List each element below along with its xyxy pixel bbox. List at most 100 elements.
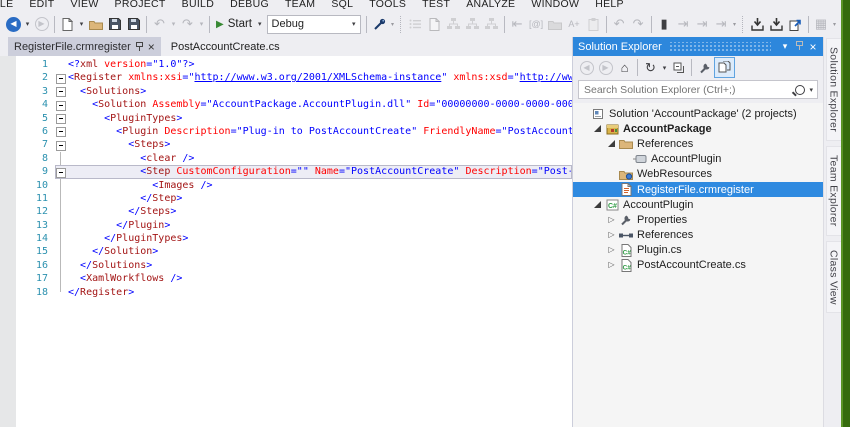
graph-view-icon[interactable] (482, 13, 501, 35)
menu-tools[interactable]: TOOLS (361, 0, 414, 11)
fold-margin[interactable] (55, 98, 68, 111)
window-position-icon[interactable]: ▾ (778, 41, 792, 52)
code-line[interactable]: 14 </PluginTypes> (16, 232, 572, 246)
code-line[interactable]: 1 <?xml version="1.0"?> (16, 58, 572, 71)
group-nodes-icon[interactable] (546, 13, 565, 35)
insert-attribute-icon[interactable]: [@] (527, 13, 546, 35)
fold-margin[interactable] (55, 218, 68, 233)
solution-configurations-combo[interactable]: Debug ▾ (266, 14, 361, 34)
fold-margin[interactable] (55, 58, 68, 71)
fold-margin[interactable] (55, 272, 68, 286)
menu-file[interactable]: FILE (0, 0, 21, 11)
document-outline-icon[interactable] (406, 13, 425, 35)
undo-icon[interactable]: ↶ (150, 13, 169, 35)
expanded-arrow-icon[interactable] (591, 201, 604, 209)
content-view-icon[interactable] (463, 13, 482, 35)
navigate-back-region-icon[interactable]: ↶ (610, 13, 629, 35)
schema-view-icon[interactable] (444, 13, 463, 35)
collapse-all-icon[interactable] (669, 58, 688, 77)
tree-item-references[interactable]: ▷ References (573, 228, 823, 243)
menu-sql[interactable]: SQL (323, 0, 361, 11)
se-forward-icon[interactable]: ▶ (596, 58, 615, 77)
redo-dropdown[interactable]: ▾ (197, 13, 206, 35)
tab-postaccountcreate-cs[interactable]: PostAccountCreate.cs (161, 37, 290, 56)
undo-dropdown[interactable]: ▾ (169, 13, 178, 35)
side-tab-class-view[interactable]: Class View (825, 240, 842, 314)
code-editor[interactable]: 1 <?xml version="1.0"?> 2 <Register xmlns:x… (0, 56, 572, 427)
fold-margin[interactable] (55, 85, 68, 98)
auto-hide-pin-icon[interactable] (792, 40, 806, 53)
code-line[interactable]: 18 </Register> (16, 285, 572, 299)
fold-margin[interactable] (55, 165, 68, 178)
tree-item-properties[interactable]: ▷ Properties (573, 212, 823, 227)
format-icon[interactable]: A+ (565, 13, 584, 35)
code-line[interactable]: 15 </Solution> (16, 245, 572, 259)
collapse-box-icon[interactable] (56, 114, 66, 125)
code-line[interactable]: 8 <clear /> (16, 151, 572, 166)
menu-team[interactable]: TEAM (277, 0, 323, 11)
code-line[interactable]: 10 <Images /> (16, 178, 572, 192)
code-line[interactable]: 11 </Step> (16, 191, 572, 206)
pin-icon[interactable] (135, 41, 143, 52)
collapse-box-icon[interactable] (56, 87, 66, 98)
navigate-forward-icon[interactable]: ▶ (32, 13, 51, 35)
menu-build[interactable]: BUILD (174, 0, 222, 11)
search-dropdown-icon[interactable]: ▾ (809, 86, 813, 94)
menu-debug[interactable]: DEBUG (222, 0, 277, 11)
side-tab-solution-explorer[interactable]: Solution Explorer (825, 38, 842, 142)
tree-item-postaccountcreate-cs[interactable]: ▷ C# PostAccountCreate.cs (573, 258, 823, 273)
collapse-box-icon[interactable] (56, 127, 66, 138)
close-panel-icon[interactable]: × (806, 40, 820, 54)
toolbar-overflow-icon[interactable]: ▾ (389, 13, 397, 35)
menu-edit[interactable]: EDIT (21, 0, 62, 11)
collapse-box-icon[interactable] (56, 100, 66, 111)
decrease-indent-icon[interactable]: ⇤ (508, 13, 527, 35)
tree-item-accountplugin[interactable]: C# AccountPlugin (573, 197, 823, 212)
collapse-box-icon[interactable] (56, 167, 66, 178)
table-grid-icon[interactable]: ▦ (812, 13, 831, 35)
code-line[interactable]: 12 </Steps> (16, 205, 572, 219)
code-line[interactable]: 16 </Solutions> (16, 258, 572, 273)
attach-icon[interactable] (370, 13, 389, 35)
code-line[interactable]: 4 <Solution Assembly="AccountPackage.Acco… (16, 98, 572, 111)
fold-margin[interactable] (55, 191, 68, 206)
search-input[interactable] (579, 83, 796, 96)
code-line[interactable]: 6 <Plugin Description="Plug-in to PostAcc… (16, 125, 572, 138)
fold-margin[interactable] (55, 151, 68, 166)
tree-item-accountplugin[interactable]: AccountPlugin (573, 152, 823, 167)
open-file-icon[interactable] (86, 13, 105, 35)
search-icon[interactable] (795, 84, 806, 95)
sync-dropdown[interactable]: ▾ (660, 58, 669, 77)
collapsed-arrow-icon[interactable]: ▷ (605, 215, 618, 224)
expanded-arrow-icon[interactable] (605, 140, 618, 148)
code-line[interactable]: 9 <Step CustomConfiguration="" Name="Post… (16, 165, 572, 179)
tree-item-references[interactable]: References (573, 136, 823, 151)
bookmark-overflow-icon[interactable]: ▾ (731, 13, 739, 35)
paste-special-icon[interactable] (584, 13, 603, 35)
tree-item-accountpackage[interactable]: AccountPackage (573, 121, 823, 136)
tree-item-webresources[interactable]: WebResources (573, 167, 823, 182)
start-debug-button[interactable]: ▶ Start ▾ (213, 13, 265, 35)
collapsed-arrow-icon[interactable]: ▷ (605, 261, 618, 269)
next-bookmark-icon[interactable]: ⇥ (693, 13, 712, 35)
tree-item-registerfile-crmregister[interactable]: RegisterFile.crmregister (573, 181, 823, 198)
home-icon[interactable]: ⌂ (615, 58, 634, 77)
fold-margin[interactable] (55, 285, 68, 299)
overflow2-icon[interactable]: ▾ (831, 13, 839, 35)
code-line[interactable]: 2 <Register xmlns:xsi="http://www.w3.org/… (16, 71, 572, 84)
side-tab-team-explorer[interactable]: Team Explorer (825, 146, 842, 236)
menu-test[interactable]: TEST (414, 0, 458, 11)
solution-explorer-titlebar[interactable]: Solution Explorer ▾ × (573, 37, 823, 56)
new-file-dropdown[interactable]: ▾ (77, 13, 86, 35)
fold-margin[interactable] (55, 125, 68, 138)
save-icon[interactable] (105, 13, 124, 35)
code-line[interactable]: 3 <Solutions> (16, 85, 572, 98)
collapsed-arrow-icon[interactable]: ▷ (605, 246, 618, 254)
show-all-files-icon[interactable] (714, 57, 735, 78)
collapsed-arrow-icon[interactable]: ▷ (605, 231, 618, 239)
document-icon[interactable] (425, 13, 444, 35)
import-settings-icon[interactable] (786, 13, 805, 35)
code-line[interactable]: 5 <PluginTypes> (16, 112, 572, 125)
fold-margin[interactable] (55, 71, 68, 84)
navigate-forward-region-icon[interactable]: ↷ (629, 13, 648, 35)
